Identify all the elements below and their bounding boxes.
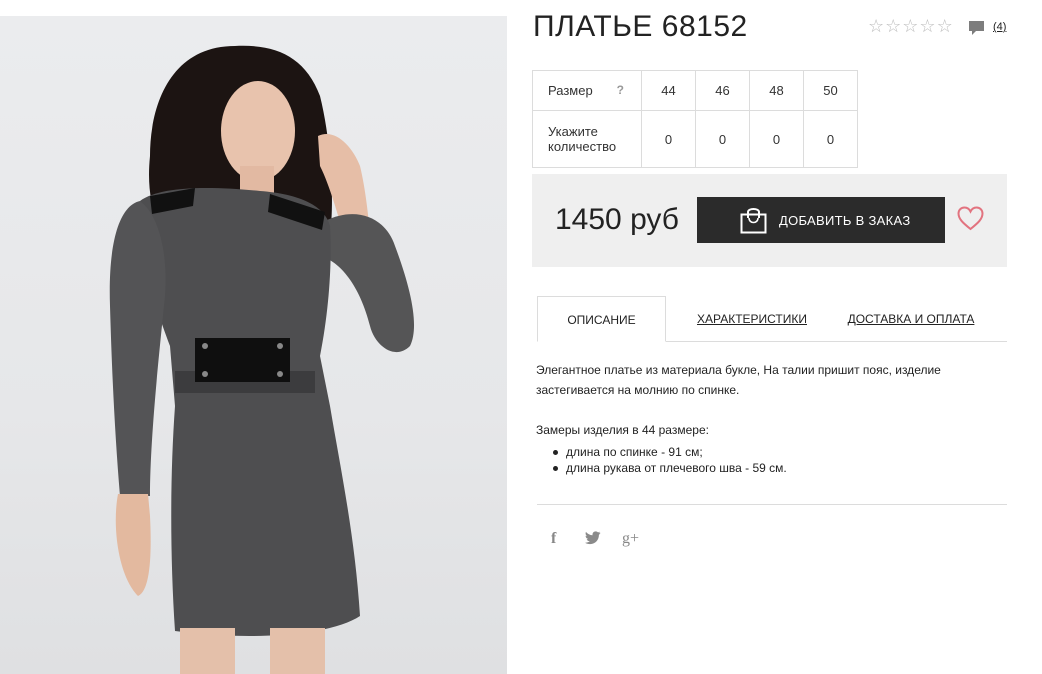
tab-characteristics[interactable]: ХАРАКТЕРИСТИКИ [687,296,817,342]
size-row: Размер ? 44 46 48 50 [532,70,858,111]
star-icon[interactable]: ☆ [902,17,918,35]
size-help-icon[interactable]: ? [617,83,624,98]
rating-stars[interactable]: ☆ ☆ ☆ ☆ ☆ [868,17,953,35]
reviews-count-link[interactable]: (4) [993,21,1006,33]
add-to-order-label: ДОБАВИТЬ В ЗАКАЗ [779,213,911,228]
quantity-row: Укажите количество 0 0 0 0 [532,110,858,168]
star-icon[interactable]: ☆ [885,17,901,35]
measurements-title: Замеры изделия в 44 размере: [536,423,709,437]
list-item: длина рукава от плечевого шва - 59 см. [553,460,787,476]
star-icon[interactable]: ☆ [868,17,884,35]
dress-model-illustration [109,45,415,674]
quantity-input[interactable]: 0 [749,110,804,168]
quantity-label-line2: количество [548,139,617,154]
size-option: 44 [641,70,696,111]
quantity-label-line1: Укажите [548,124,598,139]
product-price: 1450 руб [555,203,679,236]
size-table: Размер ? 44 46 48 50 Укажите количество … [532,70,858,168]
product-description: Элегантное платье из материала букле, На… [536,363,941,397]
purchase-panel: 1450 руб ДОБАВИТЬ В ЗАКАЗ [532,174,1007,267]
list-item: длина по спинке - 91 см; [553,444,787,460]
quantity-input[interactable]: 0 [641,110,696,168]
product-title: ПЛАТЬЕ 68152 [533,10,748,43]
quantity-label-cell: Укажите количество [532,110,642,168]
measurements-list: длина по спинке - 91 см; длина рукава от… [553,444,787,476]
size-label-cell: Размер ? [532,70,642,111]
google-plus-icon[interactable]: g+ [622,530,639,548]
tab-description[interactable]: ОПИСАНИЕ [537,296,666,342]
size-option: 46 [695,70,750,111]
facebook-icon[interactable]: f [551,530,556,548]
product-photo[interactable] [0,16,507,674]
size-label: Размер [548,83,593,98]
shopping-bag-icon [740,206,767,237]
heart-icon[interactable] [957,206,984,236]
quantity-input[interactable]: 0 [803,110,858,168]
quantity-input[interactable]: 0 [695,110,750,168]
divider [537,504,1007,505]
product-tabs: ОПИСАНИЕ ХАРАКТЕРИСТИКИ ДОСТАВКА И ОПЛАТ… [537,296,1007,342]
add-to-order-button[interactable]: ДОБАВИТЬ В ЗАКАЗ [697,197,945,243]
size-option: 48 [749,70,804,111]
tab-delivery-payment[interactable]: ДОСТАВКА И ОПЛАТА [842,296,980,342]
size-option: 50 [803,70,858,111]
star-icon[interactable]: ☆ [937,17,953,35]
twitter-icon[interactable] [585,531,601,550]
comment-icon[interactable] [968,20,985,42]
star-icon[interactable]: ☆ [919,17,935,35]
